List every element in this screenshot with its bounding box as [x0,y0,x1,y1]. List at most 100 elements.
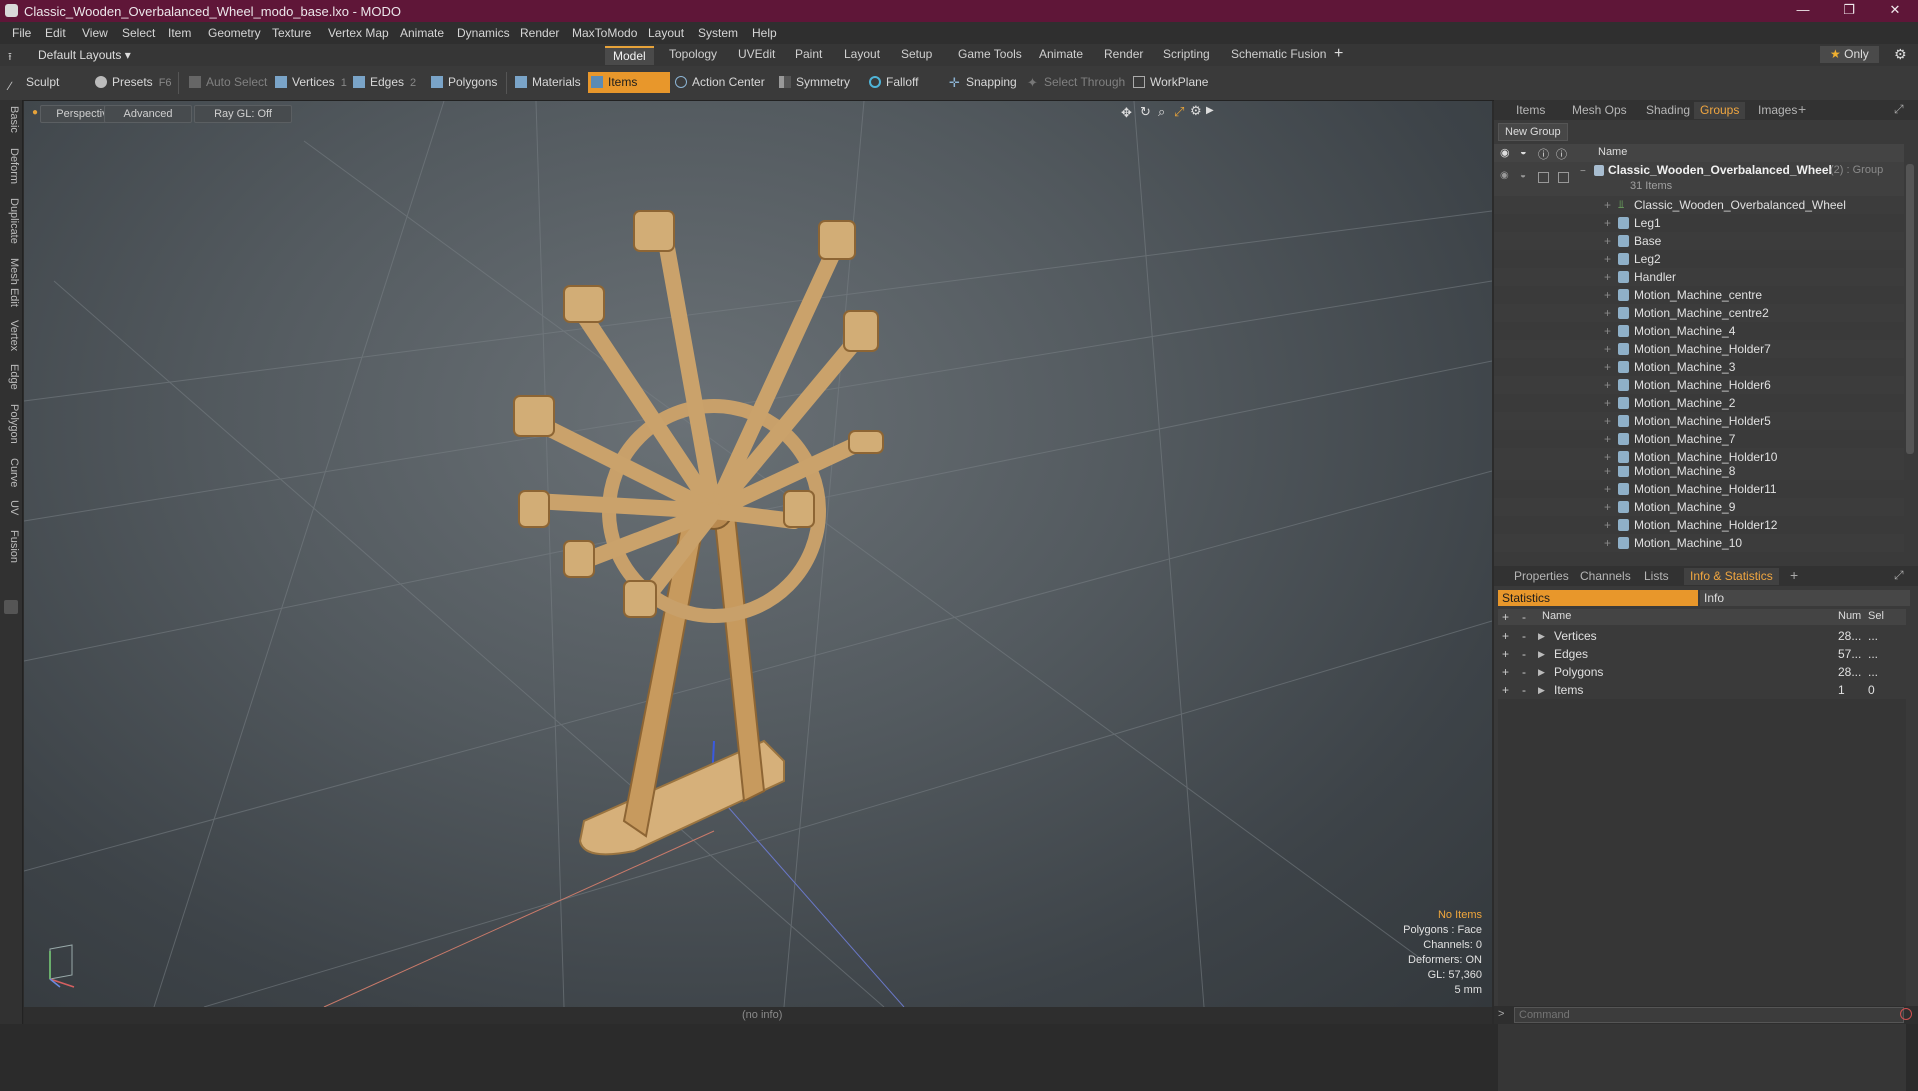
menu-geometry[interactable]: Geometry [208,26,261,40]
tab-lists[interactable]: Lists [1638,568,1675,585]
stat-remove-icon[interactable]: - [1522,627,1526,645]
stat-expand-icon[interactable]: ▶ [1538,681,1545,699]
tree-expand-icon[interactable]: + [1604,412,1611,430]
add-layout-icon[interactable]: + [1334,45,1343,63]
tree-expand-icon[interactable]: + [1604,480,1611,498]
command-input[interactable] [1514,1007,1904,1023]
workplane-button[interactable]: WorkPlane [1130,72,1230,93]
menu-animate[interactable]: Animate [400,26,444,40]
action-center-button[interactable]: Action Center [672,72,782,93]
list-item[interactable]: + Motion_Machine_Holder11 [1494,480,1904,498]
add-tab-icon[interactable]: + [1790,567,1798,583]
stat-add-icon[interactable]: + [1502,645,1509,663]
add-tab-icon[interactable]: + [1798,101,1806,117]
auto-select-button[interactable]: Auto Select [186,72,286,93]
statistics-tab[interactable]: Statistics [1498,590,1698,606]
only-toggle[interactable]: ★ Only [1820,46,1879,63]
menu-edit[interactable]: Edit [45,26,66,40]
wooden-wheel-model[interactable] [513,210,884,856]
tab-animate[interactable]: Animate [1031,46,1091,63]
tab-properties[interactable]: Properties [1508,568,1575,585]
stat-row[interactable]: + - ▶ Vertices 28... ... [1498,627,1906,645]
stat-remove-icon[interactable]: - [1522,645,1526,663]
stat-sel-header[interactable]: Sel [1868,610,1884,622]
tab-channels[interactable]: Channels [1574,568,1637,585]
menu-item[interactable]: Item [168,26,191,40]
vtab-edge[interactable]: Edge [2,364,20,390]
expand-all-icon[interactable]: + [1502,610,1509,624]
presets-button[interactable]: Presets F6 [92,72,192,93]
vtab-uv[interactable]: UV [2,500,20,515]
tree-expand-icon[interactable]: + [1604,466,1611,480]
vtab-fusion[interactable]: Fusion [2,530,20,563]
stat-remove-icon[interactable]: - [1522,681,1526,699]
tab-info-statistics[interactable]: Info & Statistics [1684,568,1779,585]
panel-expand-icon[interactable]: ⤢ [1894,568,1904,583]
stat-remove-icon[interactable]: - [1522,663,1526,681]
stat-row[interactable]: + - ▶ Items 1 0 [1498,681,1906,699]
layout-selector[interactable]: Default Layouts ▾ [38,48,131,62]
panel-expand-icon[interactable]: ⤢ [1894,102,1904,117]
tab-model[interactable]: Model [605,46,654,65]
list-item[interactable]: + Motion_Machine_Holder6 [1494,376,1904,394]
list-item[interactable]: + Motion_Machine_8 [1494,466,1904,480]
tab-game-tools[interactable]: Game Tools [950,46,1030,63]
tree-expand-icon[interactable]: + [1604,430,1611,448]
menu-view[interactable]: View [82,26,108,40]
info-tab[interactable]: Info [1700,590,1910,606]
stat-expand-icon[interactable]: ▶ [1538,645,1545,663]
tree-expand-icon[interactable]: + [1604,232,1611,250]
tree-expand-icon[interactable]: + [1604,358,1611,376]
list-item[interactable]: + Motion_Machine_Holder12 [1494,516,1904,534]
tree-expand-icon[interactable]: + [1604,376,1611,394]
tree-expand-icon[interactable]: + [1604,516,1611,534]
tab-setup[interactable]: Setup [893,46,940,63]
shading-mode-button[interactable]: Advanced [104,105,192,123]
menu-select[interactable]: Select [122,26,155,40]
vtab-polygon[interactable]: Polygon [2,404,20,444]
tab-uvedit[interactable]: UVEdit [730,46,783,63]
tab-layout[interactable]: Layout [836,46,888,63]
menu-layout[interactable]: Layout [648,26,684,40]
stat-add-icon[interactable]: + [1502,627,1509,645]
list-item[interactable]: + Motion_Machine_Holder10 [1494,448,1904,466]
tab-items[interactable]: Items [1510,102,1551,119]
tab-shading[interactable]: Shading [1640,102,1696,119]
stat-expand-icon[interactable]: ▶ [1538,663,1545,681]
list-item[interactable]: + Base [1494,232,1904,250]
list-item[interactable]: + Motion_Machine_Holder5 [1494,412,1904,430]
sculpt-button[interactable]: ∕ Sculpt [6,72,106,93]
list-item[interactable]: + Leg2 [1494,250,1904,268]
stat-add-icon[interactable]: + [1502,681,1509,699]
vertices-button[interactable]: Vertices 1 [272,72,362,93]
tab-render[interactable]: Render [1096,46,1151,63]
stat-row[interactable]: + - ▶ Polygons 28... ... [1498,663,1906,681]
menu-system[interactable]: System [698,26,738,40]
list-item[interactable]: + Motion_Machine_centre2 [1494,304,1904,322]
vtab-vertex[interactable]: Vertex [2,320,20,351]
tab-schematic-fusion[interactable]: Schematic Fusion [1223,46,1334,63]
edges-button[interactable]: Edges 2 [350,72,440,93]
rotate-icon[interactable]: ↻ [1140,104,1151,120]
menu-file[interactable]: File [12,26,31,40]
menu-maxtomodo[interactable]: MaxToModo [572,26,637,40]
list-item[interactable]: + Motion_Machine_2 [1494,394,1904,412]
fit-icon[interactable]: ⤢ [1174,104,1184,120]
minimize-icon[interactable]: — [1780,0,1826,22]
list-item[interactable]: + Motion_Machine_4 [1494,322,1904,340]
tab-scripting[interactable]: Scripting [1155,46,1218,63]
tab-groups[interactable]: Groups [1694,102,1746,119]
list-item[interactable]: + Motion_Machine_centre [1494,286,1904,304]
maximize-icon[interactable]: ❐ [1826,0,1872,22]
tab-mesh-ops[interactable]: Mesh Ops [1566,102,1633,119]
menu-dynamics[interactable]: Dynamics [457,26,510,40]
list-item[interactable]: + ⫫ Classic_Wooden_Overbalanced_Wheel [1494,196,1904,214]
command-record-icon[interactable] [1900,1008,1912,1020]
new-group-button[interactable]: New Group [1498,123,1568,141]
stat-row[interactable]: + - ▶ Edges 57... ... [1498,645,1906,663]
list-item[interactable]: + Motion_Machine_3 [1494,358,1904,376]
outliner-scrollbar[interactable] [1906,164,1914,454]
tab-topology[interactable]: Topology [661,46,725,63]
stat-name-header[interactable]: Name [1542,610,1571,622]
menu-vertex-map[interactable]: Vertex Map [328,26,389,40]
